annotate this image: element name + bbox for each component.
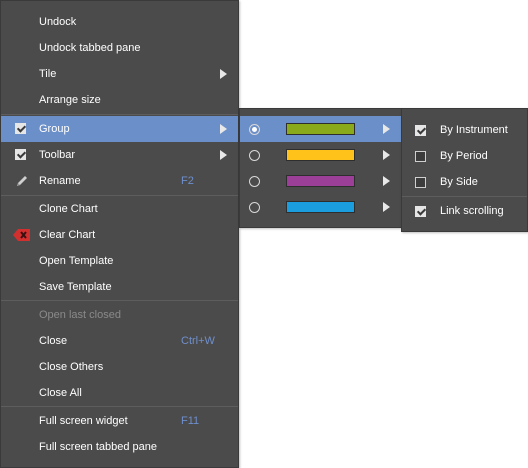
pencil-icon (17, 176, 27, 186)
color-group-item-blue[interactable] (240, 194, 401, 220)
menu-item-label: Clear Chart (39, 229, 96, 241)
color-group-item-purple[interactable] (240, 168, 401, 194)
checkbox-checked-icon (415, 206, 426, 217)
menu-item-label: Clone Chart (39, 203, 98, 215)
option-by-period[interactable]: By Period (402, 143, 527, 169)
menu-item-label: Close (39, 335, 68, 347)
checkbox-icon (415, 151, 426, 162)
color-group-item-yellow[interactable] (240, 142, 401, 168)
chevron-right-icon (383, 176, 390, 186)
menu-item-arrange-size[interactable]: Arrange size (1, 87, 238, 113)
menu-item-close-all[interactable]: Close All (1, 380, 238, 406)
menu-item-label: Tile (39, 68, 57, 80)
clear-eraser-icon (13, 229, 30, 241)
menu-item-label: Close Others (39, 361, 104, 373)
color-swatch-purple (286, 175, 355, 187)
menu-item-label: Rename (39, 175, 81, 187)
option-label: By Period (440, 150, 488, 162)
option-label: By Instrument (440, 124, 508, 136)
chevron-right-icon (220, 124, 227, 134)
color-swatch-yellow (286, 149, 355, 161)
color-swatch-green (286, 123, 355, 135)
menu-item-label: Arrange size (39, 94, 101, 106)
menu-separator (1, 406, 238, 407)
option-label: By Side (440, 176, 478, 188)
menu-item-toolbar[interactable]: Toolbar (1, 142, 238, 168)
menu-item-label: Open Template (39, 255, 114, 267)
chevron-right-icon (383, 124, 390, 134)
option-by-instrument[interactable]: By Instrument (402, 117, 527, 143)
menu-item-clone-chart[interactable]: Clone Chart (1, 196, 238, 222)
menu-separator (402, 196, 527, 197)
menu-item-save-template[interactable]: Save Template (1, 274, 238, 300)
option-link-scrolling[interactable]: Link scrolling (402, 198, 527, 224)
chevron-right-icon (383, 150, 390, 160)
menu-item-group[interactable]: Group (1, 116, 238, 142)
menu-item-label: Full screen widget (39, 415, 128, 427)
menu-item-rename[interactable]: Rename F2 (1, 168, 238, 194)
menu-item-label: Open last closed (39, 309, 121, 321)
menu-item-label: Undock (39, 16, 77, 28)
menu-item-label: Save Template (39, 281, 112, 293)
chevron-right-icon (220, 150, 227, 160)
checkbox-checked-icon (15, 123, 26, 134)
menu-item-label: Group (39, 123, 70, 135)
option-by-side[interactable]: By Side (402, 169, 527, 195)
checkbox-checked-icon (415, 125, 426, 136)
checkbox-icon (415, 177, 426, 188)
menu-item-close[interactable]: Close Ctrl+W (1, 328, 238, 354)
radio-icon (249, 176, 260, 187)
menu-separator (1, 114, 238, 115)
radio-selected-icon (249, 124, 260, 135)
menu-item-label: Full screen tabbed pane (39, 441, 158, 453)
menu-item-undock[interactable]: Undock (1, 9, 238, 35)
menu-item-label: Close All (39, 387, 82, 399)
checkbox-checked-icon (15, 149, 26, 160)
color-group-submenu (239, 108, 402, 228)
option-label: Link scrolling (440, 205, 504, 217)
color-group-item-green[interactable] (240, 116, 401, 142)
group-options-submenu: By Instrument By Period By Side Link scr… (401, 108, 528, 232)
menu-item-full-screen-widget[interactable]: Full screen widget F11 (1, 408, 238, 434)
radio-icon (249, 150, 260, 161)
shortcut-label: F11 (181, 415, 200, 427)
menu-item-open-template[interactable]: Open Template (1, 248, 238, 274)
shortcut-label: Ctrl+W (181, 335, 215, 347)
chevron-right-icon (383, 202, 390, 212)
context-menu: Undock Undock tabbed pane Tile Arrange s… (0, 0, 239, 468)
chevron-right-icon (220, 69, 227, 79)
menu-item-full-screen-tabbed-pane[interactable]: Full screen tabbed pane (1, 434, 238, 460)
radio-icon (249, 202, 260, 213)
menu-item-label: Undock tabbed pane (39, 42, 141, 54)
menu-item-undock-tabbed-pane[interactable]: Undock tabbed pane (1, 35, 238, 61)
shortcut-label: F2 (181, 175, 194, 187)
menu-item-tile[interactable]: Tile (1, 61, 238, 87)
menu-separator (1, 300, 238, 301)
menu-item-label: Toolbar (39, 149, 76, 161)
menu-item-clear-chart[interactable]: Clear Chart (1, 222, 238, 248)
menu-item-close-others[interactable]: Close Others (1, 354, 238, 380)
menu-item-open-last-closed: Open last closed (1, 302, 238, 328)
color-swatch-blue (286, 201, 355, 213)
